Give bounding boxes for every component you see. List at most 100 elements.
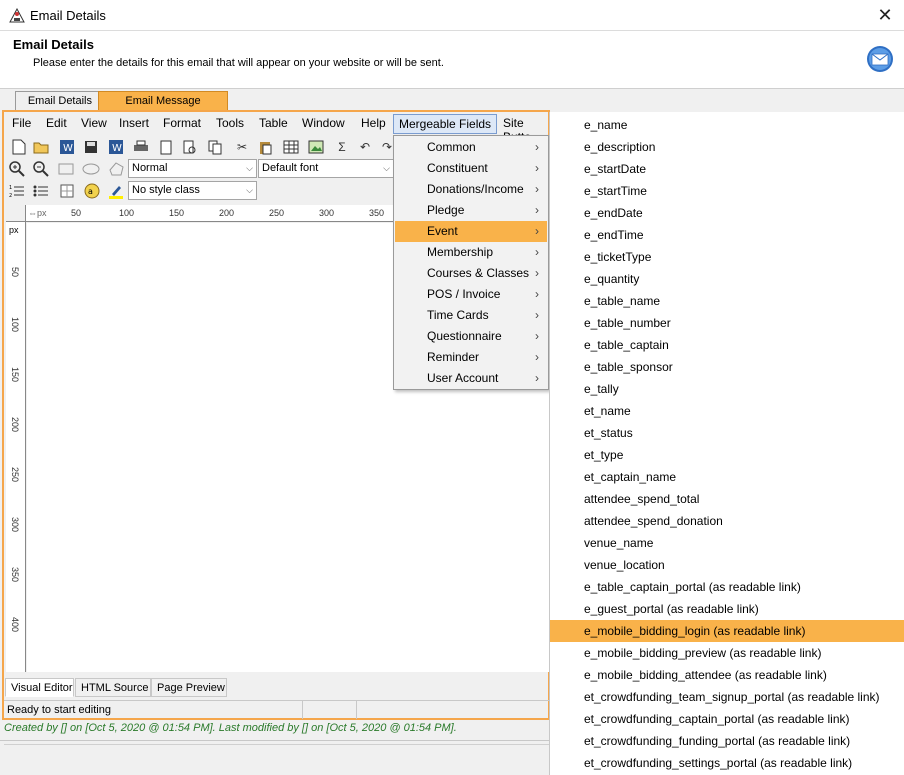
field-item[interactable]: venue_name — [550, 532, 904, 554]
field-item[interactable]: et_crowdfunding_team_signup_portal (as r… — [550, 686, 904, 708]
tab-html-source[interactable]: HTML Source — [75, 678, 151, 697]
menu-item-constituent[interactable]: Constituent › — [395, 158, 547, 179]
insert-table-icon[interactable] — [282, 138, 300, 156]
chevron-right-icon: › — [535, 308, 539, 322]
style-class-select[interactable]: No style class ⌵ — [128, 181, 257, 200]
menu-table[interactable]: Table — [259, 116, 288, 130]
field-item[interactable]: e_quantity — [550, 268, 904, 290]
menu-tools[interactable]: Tools — [216, 116, 244, 130]
menu-item-pledge[interactable]: Pledge › — [395, 200, 547, 221]
bullet-list-icon[interactable] — [32, 182, 50, 200]
field-item[interactable]: e_table_name — [550, 290, 904, 312]
cut-icon[interactable]: ✂ — [233, 138, 251, 156]
zoom-in-icon[interactable] — [8, 160, 26, 178]
page-icon[interactable] — [157, 138, 175, 156]
paragraph-format-value: Normal — [132, 162, 168, 174]
menu-item-donations-income[interactable]: Donations/Income › — [395, 179, 547, 200]
menu-item-user-account[interactable]: User Account › — [395, 368, 547, 389]
sigma-icon[interactable]: Σ — [333, 138, 351, 156]
field-item[interactable]: et_crowdfunding_funding_portal (as reada… — [550, 730, 904, 752]
field-item[interactable]: venue_location — [550, 554, 904, 576]
footer-panel — [4, 744, 550, 774]
paste-icon[interactable] — [256, 138, 274, 156]
chevron-down-icon: ⌵ — [246, 185, 253, 195]
field-item[interactable]: et_name — [550, 400, 904, 422]
new-file-icon[interactable] — [10, 138, 28, 156]
close-icon[interactable]: ✕ — [874, 4, 896, 26]
field-item[interactable]: attendee_spend_donation — [550, 510, 904, 532]
paragraph-format-select[interactable]: Normal ⌵ — [128, 159, 257, 178]
field-item[interactable]: e_table_captain_portal (as readable link… — [550, 576, 904, 598]
field-item[interactable]: et_captain_name — [550, 466, 904, 488]
rectangle-shape-icon[interactable] — [57, 160, 75, 178]
field-item[interactable]: e_startDate — [550, 158, 904, 180]
menu-format[interactable]: Format — [163, 116, 201, 130]
grid-icon[interactable] — [58, 182, 76, 200]
menu-item-courses-classes[interactable]: Courses & Classes › — [395, 263, 547, 284]
ruler-unit-label: ⇔px — [28, 208, 47, 218]
field-item[interactable]: et_crowdfunding_captain_portal (as reada… — [550, 708, 904, 730]
field-item[interactable]: e_tally — [550, 378, 904, 400]
field-item[interactable]: e_endTime — [550, 224, 904, 246]
font-select[interactable]: Default font ⌵ — [258, 159, 394, 178]
menu-item-membership[interactable]: Membership › — [395, 242, 547, 263]
ellipse-shape-icon[interactable] — [82, 160, 100, 178]
menu-edit[interactable]: Edit — [46, 116, 67, 130]
ruler-tick: 100 — [10, 317, 20, 333]
field-item[interactable]: e_startTime — [550, 180, 904, 202]
copy-format-icon[interactable] — [206, 138, 224, 156]
open-folder-icon[interactable] — [32, 138, 50, 156]
field-item[interactable]: e_table_number — [550, 312, 904, 334]
tab-page-preview[interactable]: Page Preview — [151, 678, 227, 697]
menu-window[interactable]: Window — [302, 116, 345, 130]
field-item[interactable]: e_description — [550, 136, 904, 158]
menu-help[interactable]: Help — [361, 116, 386, 130]
highlighter-icon[interactable] — [107, 182, 125, 200]
menu-insert[interactable]: Insert — [119, 116, 149, 130]
field-item[interactable]: e_mobile_bidding_attendee (as readable l… — [550, 664, 904, 686]
tab-email-message-content[interactable]: Email Message Content — [98, 91, 228, 126]
field-item[interactable]: e_ticketType — [550, 246, 904, 268]
field-item[interactable]: et_type — [550, 444, 904, 466]
spellcheck-icon[interactable]: a — [83, 182, 101, 200]
insert-image-icon[interactable] — [307, 138, 325, 156]
field-item[interactable]: e_table_sponsor — [550, 356, 904, 378]
save-icon[interactable] — [82, 138, 100, 156]
field-item-highlighted[interactable]: e_mobile_bidding_login (as readable link… — [550, 620, 904, 642]
menu-item-event[interactable]: Event › — [395, 221, 547, 242]
status-bar: Ready to start editing — [4, 700, 550, 719]
word-open-icon[interactable]: W — [58, 138, 76, 156]
ruler-tick: 100 — [119, 208, 135, 218]
zoom-out-icon[interactable] — [32, 160, 50, 178]
field-item[interactable]: e_guest_portal (as readable link) — [550, 598, 904, 620]
field-item[interactable]: et_crowdfunding_settings_portal (as read… — [550, 752, 904, 774]
field-item[interactable]: e_mobile_bidding_preview (as readable li… — [550, 642, 904, 664]
print-preview-icon[interactable] — [181, 138, 199, 156]
field-item[interactable]: e_endDate — [550, 202, 904, 224]
menu-item-reminder[interactable]: Reminder › — [395, 347, 547, 368]
chevron-right-icon: › — [535, 140, 539, 154]
menu-item-common[interactable]: Common › — [395, 137, 547, 158]
ruler-tick: 150 — [10, 367, 20, 383]
field-item[interactable]: et_status — [550, 422, 904, 444]
menu-file[interactable]: File — [12, 116, 31, 130]
field-item[interactable]: attendee_spend_total — [550, 488, 904, 510]
chevron-right-icon: › — [535, 203, 539, 217]
tab-email-details[interactable]: Email Details — [15, 91, 101, 110]
polygon-shape-icon[interactable] — [107, 160, 125, 178]
field-item[interactable]: e_table_captain — [550, 334, 904, 356]
svg-text:1: 1 — [9, 185, 12, 191]
record-info: Created by [] on [Oct 5, 2020 @ 01:54 PM… — [4, 722, 457, 734]
status-divider — [356, 701, 357, 719]
menu-item-pos-invoice[interactable]: POS / Invoice › — [395, 284, 547, 305]
field-item[interactable]: e_name — [550, 114, 904, 136]
menu-mergeable-fields[interactable]: Mergeable Fields — [393, 114, 498, 134]
print-icon[interactable] — [132, 138, 150, 156]
tab-visual-editor[interactable]: Visual Editor — [5, 678, 74, 697]
menu-item-time-cards[interactable]: Time Cards › — [395, 305, 547, 326]
undo-icon[interactable]: ↶ — [356, 138, 374, 156]
word-save-icon[interactable]: W — [107, 138, 125, 156]
numbered-list-icon[interactable]: 12 — [8, 182, 26, 200]
menu-view[interactable]: View — [81, 116, 107, 130]
menu-item-questionnaire[interactable]: Questionnaire › — [395, 326, 547, 347]
